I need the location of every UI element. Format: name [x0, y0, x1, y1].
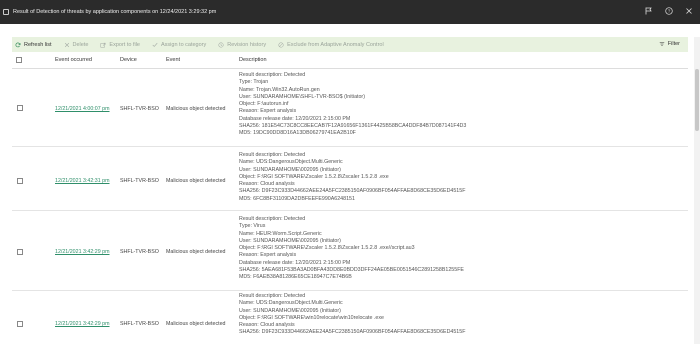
- table-row[interactable]: 12/21/2021 3:42:29 pm SHFL-TVR-BSO Malic…: [12, 211, 688, 291]
- device-name: SHFL-TVR-BSO: [120, 178, 159, 184]
- help-icon[interactable]: ?: [664, 6, 674, 16]
- desc-line: User: SUNDARAMHOME\002095 (Initiator): [239, 307, 341, 314]
- delete-icon: [64, 42, 69, 47]
- desc-line: User: SUNDARAMHOME\002095 (Initiator): [239, 237, 341, 244]
- row-checkbox[interactable]: [17, 105, 23, 111]
- event-description: Result description: Detected Name: UDS:D…: [239, 152, 465, 203]
- event-name: Malicious object detected: [166, 321, 226, 327]
- desc-line: Type: Virus: [239, 223, 266, 230]
- refresh-icon: [15, 42, 21, 47]
- event-date-link[interactable]: 12/21/2021 3:42:31 pm: [55, 178, 110, 184]
- device-name: SHFL-TVR-BSO: [120, 249, 159, 255]
- table-header: Event occurred Device Event Description: [12, 52, 688, 69]
- vertical-scrollbar[interactable]: [694, 37, 700, 344]
- desc-line: Database release date: 12/20/2021 2:15:0…: [239, 115, 351, 122]
- desc-line: Name: UDS:DangerousObject.Multi.Generic: [239, 300, 343, 307]
- desc-line: SHA256: 5AEA681F53BA3AD0BFA43DD8E0BDD3DF…: [239, 267, 464, 274]
- event-date-link[interactable]: 12/21/2021 3:42:29 pm: [55, 321, 110, 327]
- action-toolbar: Refresh list Delete Export to file Assig…: [12, 37, 688, 52]
- window-title: Result of Detection of threats by applic…: [13, 9, 217, 15]
- exclude-icon: [278, 41, 284, 48]
- event-name: Malicious object detected: [166, 178, 226, 184]
- desc-line: User: SUNDARAMHOME\002095 (Initiator): [239, 166, 341, 173]
- desc-line: Object: F:\RGI SOFTWARE\Zscaler 1.5.2.8\…: [239, 173, 389, 180]
- desc-line: MD5: F6AEB38A81286E65CE18947C7E74B6B: [239, 274, 352, 281]
- desc-line: Reason: Cloud analysis: [239, 322, 295, 329]
- scrollbar-thumb[interactable]: [695, 69, 699, 131]
- table-row[interactable]: 12/21/2021 4:00:07 pm SHFL-TVR-BSO Malic…: [12, 69, 688, 147]
- export-to-file-button[interactable]: Export to file: [100, 42, 140, 48]
- event-description: Result description: Detected Name: UDS:D…: [239, 293, 465, 337]
- refresh-list-button[interactable]: Refresh list: [15, 42, 52, 48]
- revision-history-button[interactable]: Revision history: [218, 42, 266, 48]
- desc-line: Name: Trojan.Win32.AutoRun.gen: [239, 86, 320, 93]
- desc-line: Object: F:\RGI SOFTWARE\Zscaler 1.5.2.8\…: [239, 245, 415, 252]
- event-date-link[interactable]: 12/21/2021 3:42:29 pm: [55, 249, 110, 255]
- event-description: Result description: Detected Type: Virus…: [239, 216, 464, 282]
- refresh-list-label: Refresh list: [24, 41, 52, 48]
- assign-label: Assign to category: [161, 41, 207, 48]
- history-icon: [218, 41, 224, 48]
- export-icon: [100, 42, 106, 48]
- row-checkbox[interactable]: [17, 178, 23, 184]
- device-name: SHFL-TVR-BSO: [120, 321, 159, 327]
- delete-label: Delete: [72, 41, 89, 48]
- desc-line: SHA256: D9F23C933D44662AEE24A5FC2385150A…: [239, 188, 466, 195]
- revision-label: Revision history: [227, 41, 267, 48]
- window-controls: ?: [644, 6, 694, 16]
- desc-line: Reason: Expert analysis: [239, 108, 297, 115]
- desc-line: Result description: Detected: [239, 72, 306, 78]
- svg-text:?: ?: [668, 9, 671, 14]
- window-titlebar: Result of Detection of threats by applic…: [0, 0, 700, 24]
- desc-line: Result description: Detected: [239, 293, 306, 299]
- desc-line: User: SUNDARAMHOME\SHFL-TVR-BSO$ (Initia…: [239, 93, 365, 100]
- desc-line: Reason: Expert analysis: [239, 252, 297, 259]
- table-row[interactable]: 12/21/2021 3:42:31 pm SHFL-TVR-BSO Malic…: [12, 147, 688, 211]
- desc-line: Type: Trojan: [239, 79, 269, 86]
- column-event[interactable]: Event: [166, 57, 180, 63]
- event-description: Result description: Detected Type: Troja…: [239, 72, 466, 138]
- desc-line: Result description: Detected: [239, 216, 306, 222]
- desc-line: Object: F:\RGI SOFTWARE\win10relocate\wi…: [239, 314, 384, 321]
- select-all-checkbox[interactable]: [16, 57, 22, 63]
- table-row[interactable]: 12/21/2021 3:42:29 pm SHFL-TVR-BSO Malic…: [12, 291, 688, 344]
- desc-line: Name: HEUR:Worm.Script.Generic: [239, 230, 322, 237]
- desc-line: SHA256: D9F23C933D44662AEE24A5FC2385150A…: [239, 329, 466, 336]
- filter-icon: [659, 42, 665, 46]
- exclude-label: Exclude from Adaptive Anomaly Control: [287, 41, 384, 48]
- close-icon[interactable]: [684, 6, 694, 16]
- exclude-anomaly-button[interactable]: Exclude from Adaptive Anomaly Control: [278, 42, 384, 48]
- column-device[interactable]: Device: [120, 57, 137, 63]
- desc-line: Reason: Cloud analysis: [239, 181, 295, 188]
- flag-icon[interactable]: [644, 6, 654, 16]
- desc-line: Result description: Detected: [239, 152, 306, 158]
- row-checkbox[interactable]: [17, 321, 23, 327]
- window-icon: [3, 9, 9, 15]
- column-event-occurred[interactable]: Event occurred: [55, 57, 92, 63]
- event-name: Malicious object detected: [166, 106, 226, 112]
- desc-line: Database release date: 12/20/2021 2:15:0…: [239, 259, 351, 266]
- event-name: Malicious object detected: [166, 249, 226, 255]
- desc-line: Name: UDS:DangerousObject.Multi.Generic: [239, 159, 343, 166]
- column-description[interactable]: Description: [239, 57, 267, 63]
- desc-line: Object: F:\autorun.inf: [239, 101, 289, 108]
- filter-button[interactable]: Filter: [659, 41, 680, 47]
- row-checkbox[interactable]: [17, 249, 23, 255]
- desc-line: MD5: 6FC8BF31109DA2DBFEEFE990A6248151: [239, 195, 355, 202]
- assign-icon: [152, 42, 158, 47]
- filter-label: Filter: [667, 41, 680, 47]
- event-date-link[interactable]: 12/21/2021 4:00:07 pm: [55, 106, 110, 112]
- delete-button[interactable]: Delete: [64, 41, 89, 48]
- assign-to-category-button[interactable]: Assign to category: [152, 42, 206, 48]
- desc-line: MD5: 19DC90DD8D16A13DB06279741EA2B10F: [239, 130, 356, 137]
- desc-line: SHA256: 181E54C73C8CC8EECAB7F12A91656F13…: [239, 123, 467, 130]
- export-label: Export to file: [109, 41, 140, 48]
- device-name: SHFL-TVR-BSO: [120, 106, 159, 112]
